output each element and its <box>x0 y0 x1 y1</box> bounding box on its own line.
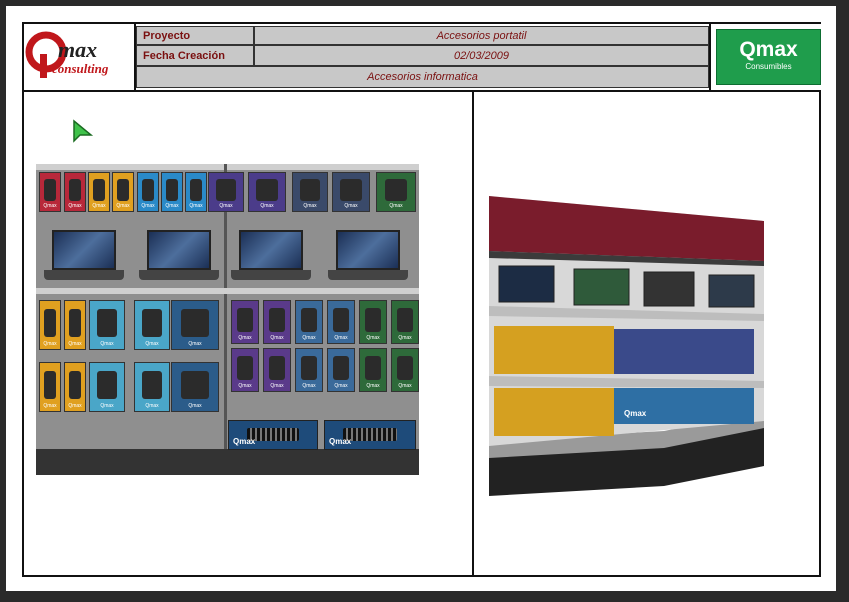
product-brand-label: Qmax <box>302 335 316 341</box>
svg-text:max: max <box>58 37 97 62</box>
product-package: Qmax <box>171 362 219 412</box>
product-package: Qmax <box>112 172 134 212</box>
product-package: Qmax <box>263 348 291 392</box>
keyboard-package: Qmax <box>324 420 416 450</box>
product-package: Qmax <box>134 300 170 350</box>
laptop-display <box>44 228 124 284</box>
product-package: Qmax <box>295 300 323 344</box>
product-package: Qmax <box>89 362 125 412</box>
product-brand-label: Qmax <box>329 437 352 446</box>
product-package: Qmax <box>39 172 61 212</box>
product-brand-label: Qmax <box>116 203 130 209</box>
product-brand-label: Qmax <box>189 203 203 209</box>
product-brand-label: Qmax <box>334 335 348 341</box>
product-brand-label: Qmax <box>43 341 57 347</box>
product-package: Qmax <box>64 362 86 412</box>
front-view-planogram: Qmax Qmax Qmax Qmax Qmax Qmax Qmax Qmax Qmax Qmax… <box>36 164 419 475</box>
product-package: Qmax <box>295 348 323 392</box>
product-brand-label: Qmax <box>145 341 159 347</box>
product-package: Qmax <box>248 172 286 212</box>
product-package: Qmax <box>327 300 355 344</box>
title-block: max consulting Proyecto Accesorios porta… <box>24 24 821 92</box>
product-brand-label: Qmax <box>270 383 284 389</box>
laptop-display <box>231 228 311 284</box>
product-package: Qmax <box>64 172 86 212</box>
product-brand-label: Qmax <box>219 203 233 209</box>
product-brand-label: Qmax <box>68 403 82 409</box>
product-brand-label: Qmax <box>366 383 380 389</box>
product-brand-label: Qmax <box>43 203 57 209</box>
laptop-display <box>139 228 219 284</box>
keyboard-package: Qmax <box>228 420 318 450</box>
perspective-view-planogram: Qmax <box>489 196 764 496</box>
logo-right-title: Qmax <box>739 38 798 61</box>
product-package: Qmax <box>359 300 387 344</box>
proyecto-label: Proyecto <box>136 26 254 45</box>
qmax-consulting-logo: max consulting <box>24 24 136 90</box>
fecha-label: Fecha Creación <box>136 45 254 66</box>
brand-label-3d: Qmax <box>624 409 647 418</box>
product-brand-label: Qmax <box>344 203 358 209</box>
product-brand-label: Qmax <box>260 203 274 209</box>
proyecto-value: Accesorios portatil <box>254 26 709 45</box>
product-brand-label: Qmax <box>145 403 159 409</box>
cursor-arrow-icon <box>73 119 94 143</box>
product-package: Qmax <box>327 348 355 392</box>
product-brand-label: Qmax <box>238 335 252 341</box>
product-brand-label: Qmax <box>68 203 82 209</box>
product-package: Qmax <box>332 172 370 212</box>
product-package: Qmax <box>39 362 61 412</box>
product-package: Qmax <box>231 348 259 392</box>
product-brand-label: Qmax <box>270 335 284 341</box>
product-brand-label: Qmax <box>165 203 179 209</box>
product-package: Qmax <box>89 300 125 350</box>
product-package: Qmax <box>208 172 244 212</box>
product-package: Qmax <box>185 172 207 212</box>
product-package: Qmax <box>263 300 291 344</box>
plinth <box>36 449 419 475</box>
product-brand-label: Qmax <box>398 383 412 389</box>
product-brand-label: Qmax <box>389 203 403 209</box>
product-brand-label: Qmax <box>398 335 412 341</box>
product-package: Qmax <box>88 172 110 212</box>
fecha-value: 02/03/2009 <box>254 45 709 66</box>
document-page: max consulting Proyecto Accesorios porta… <box>6 6 836 591</box>
product-brand-label: Qmax <box>141 203 155 209</box>
qmax-consumibles-logo: Qmax Consumibles <box>709 24 821 90</box>
product-brand-label: Qmax <box>366 335 380 341</box>
product-package: Qmax <box>391 300 419 344</box>
product-package: Qmax <box>39 300 61 350</box>
logo-right-sub: Consumibles <box>745 62 792 71</box>
product-brand-label: Qmax <box>43 403 57 409</box>
product-package: Qmax <box>137 172 159 212</box>
svg-text:consulting: consulting <box>52 61 109 76</box>
product-brand-label: Qmax <box>238 383 252 389</box>
product-brand-label: Qmax <box>92 203 106 209</box>
product-package: Qmax <box>171 300 219 350</box>
product-package: Qmax <box>359 348 387 392</box>
product-package: Qmax <box>64 300 86 350</box>
product-brand-label: Qmax <box>188 341 202 347</box>
product-brand-label: Qmax <box>68 341 82 347</box>
product-brand-label: Qmax <box>233 437 256 446</box>
product-brand-label: Qmax <box>334 383 348 389</box>
product-brand-label: Qmax <box>188 403 202 409</box>
product-package: Qmax <box>161 172 183 212</box>
subtitle: Accesorios informatica <box>136 66 709 88</box>
product-package: Qmax <box>134 362 170 412</box>
product-brand-label: Qmax <box>100 341 114 347</box>
product-package: Qmax <box>391 348 419 392</box>
laptop-display <box>328 228 408 284</box>
product-brand-label: Qmax <box>100 403 114 409</box>
product-package: Qmax <box>376 172 416 212</box>
product-brand-label: Qmax <box>303 203 317 209</box>
product-brand-label: Qmax <box>302 383 316 389</box>
product-package: Qmax <box>231 300 259 344</box>
product-package: Qmax <box>292 172 328 212</box>
